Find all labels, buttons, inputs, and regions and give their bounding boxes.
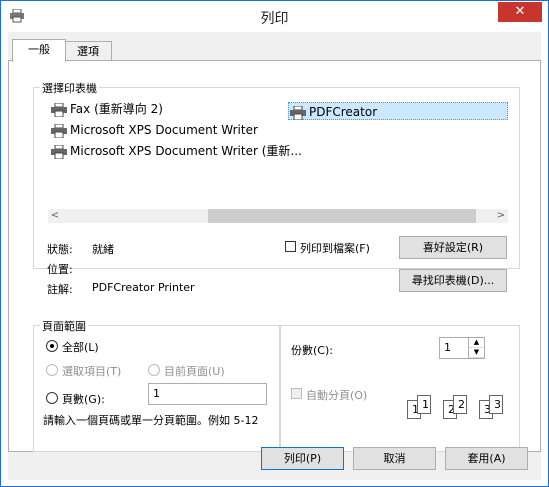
find-printer-button[interactable]: 尋找印表機(D)...	[399, 269, 507, 292]
copies-spinner[interactable]: ▲ ▼	[468, 338, 484, 359]
printer-icon	[51, 123, 67, 138]
radio-selected-dot	[50, 344, 54, 348]
print-button[interactable]: 列印(P)	[261, 447, 344, 470]
collate-checkbox[interactable]	[291, 388, 302, 399]
print-to-file-checkbox[interactable]	[285, 241, 296, 252]
radio-current-page-label: 目前頁面(U)	[164, 365, 225, 378]
collate-page: 2	[453, 395, 467, 414]
copies-group: 份數(C): 1 ▲ ▼ 自動分頁(O) 1 1 2 2 3 3	[280, 325, 520, 452]
copies-input[interactable]: 1 ▲ ▼	[439, 337, 485, 359]
print-to-file-label: 列印到檔案(F)	[300, 242, 370, 255]
radio-selection[interactable]	[46, 364, 58, 376]
print-dialog: 列印 ✕ 一般 選項 選擇印表機 Fax (重新導向 2) PDFCreator…	[0, 0, 549, 487]
radio-selection-label: 選取項目(T)	[62, 365, 122, 378]
printer-icon	[290, 105, 306, 120]
printer-name: Fax (重新導向 2)	[70, 102, 163, 116]
scroll-thumb[interactable]	[208, 209, 476, 223]
tab-general[interactable]: 一般	[12, 39, 66, 62]
cancel-button[interactable]: 取消	[353, 447, 436, 470]
spin-up-icon[interactable]: ▲	[469, 338, 484, 348]
page-range-title: 頁面範圍	[40, 318, 88, 334]
spin-down-icon[interactable]: ▼	[469, 348, 484, 358]
printer-item-xps-redirected[interactable]: Microsoft XPS Document Writer (重新...	[50, 142, 302, 160]
radio-all-label: 全部(L)	[62, 341, 99, 354]
tab-panel-general: 選擇印表機 Fax (重新導向 2) PDFCreator Microsoft …	[8, 60, 541, 452]
collate-page: 3	[489, 395, 503, 414]
radio-pages-label: 頁數(G):	[62, 393, 105, 406]
close-button[interactable]: ✕	[498, 2, 542, 22]
copies-label: 份數(C):	[291, 344, 333, 357]
scroll-left-arrow[interactable]: <	[48, 209, 62, 223]
radio-all[interactable]	[46, 340, 58, 352]
title-bar: 列印 ✕	[1, 1, 548, 32]
apply-button[interactable]: 套用(A)	[445, 447, 528, 470]
printer-icon	[51, 144, 67, 159]
copies-value: 1	[444, 341, 451, 354]
printer-name: Microsoft XPS Document Writer	[70, 123, 258, 137]
page-range-hint: 請輸入一個頁碼或單一分頁範圍。例如 5-12	[43, 414, 259, 427]
collate-illustration: 1 1 2 2 3 3	[407, 390, 507, 426]
dialog-client-area: 一般 選項 選擇印表機 Fax (重新導向 2) PDFCreator Micr…	[8, 32, 541, 480]
comment-label: 註解:	[47, 283, 73, 296]
comment-value: PDFCreator Printer	[92, 281, 195, 294]
collate-page: 1	[417, 395, 431, 414]
printer-item-fax[interactable]: Fax (重新導向 2)	[50, 100, 163, 118]
status-value: 就緒	[92, 243, 114, 256]
printer-item-pdfcreator[interactable]: PDFCreator	[288, 102, 508, 120]
printer-icon	[51, 102, 67, 117]
radio-current-page[interactable]	[148, 364, 160, 376]
printer-list-scrollbar[interactable]: < >	[48, 209, 508, 223]
window-title: 列印	[260, 11, 289, 27]
location-label: 位置:	[47, 263, 73, 276]
printer-item-xps[interactable]: Microsoft XPS Document Writer	[50, 121, 258, 139]
pages-input[interactable]: 1	[148, 383, 267, 405]
scroll-right-arrow[interactable]: >	[494, 209, 508, 223]
select-printer-title: 選擇印表機	[40, 80, 99, 96]
status-label: 狀態:	[47, 243, 73, 256]
printer-name: Microsoft XPS Document Writer (重新...	[70, 144, 302, 158]
preferences-button[interactable]: 喜好設定(R)	[399, 236, 507, 259]
radio-pages[interactable]	[46, 392, 58, 404]
tab-options[interactable]: 選項	[64, 41, 112, 62]
printer-name: PDFCreator	[309, 105, 378, 119]
collate-label: 自動分頁(O)	[306, 389, 368, 402]
